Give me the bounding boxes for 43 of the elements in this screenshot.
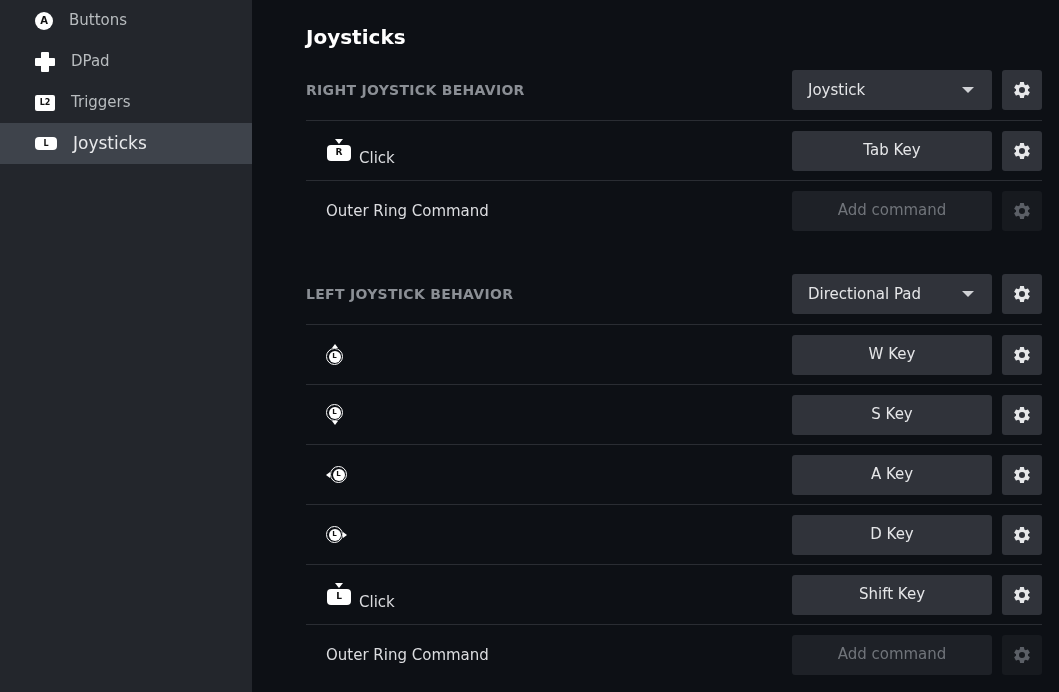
sidebar-item[interactable]: DPad bbox=[0, 41, 252, 82]
settings-button[interactable] bbox=[1002, 70, 1042, 110]
binding-button[interactable]: A Key bbox=[792, 454, 992, 495]
settings-button[interactable] bbox=[1002, 454, 1042, 495]
binding-button[interactable]: W Key bbox=[792, 334, 992, 375]
sidebar-item[interactable]: A Buttons bbox=[0, 0, 252, 41]
trigger-icon: L2 bbox=[35, 94, 55, 111]
settings-icon bbox=[1012, 524, 1032, 545]
section-heading: LEFT JOYSTICK BEHAVIOR bbox=[306, 284, 515, 304]
section-heading: RIGHT JOYSTICK BEHAVIOR bbox=[306, 80, 526, 100]
page-title: Joysticks bbox=[306, 24, 407, 51]
settings-icon bbox=[1012, 404, 1032, 425]
sidebar-item[interactable]: L2 Triggers bbox=[0, 82, 252, 123]
settings-icon bbox=[1012, 584, 1032, 605]
row-label: Outer Ring Command bbox=[326, 645, 489, 664]
settings-button[interactable] bbox=[1002, 574, 1042, 615]
settings-icon bbox=[1012, 284, 1032, 304]
mode-dropdown[interactable]: Joystick bbox=[792, 70, 992, 110]
settings-icon bbox=[1012, 200, 1032, 221]
settings-button[interactable] bbox=[1002, 334, 1042, 375]
sidebar-item[interactable]: L Joysticks bbox=[0, 123, 252, 164]
dpad-icon bbox=[35, 51, 55, 72]
settings-button[interactable] bbox=[1002, 514, 1042, 555]
row-label: Click bbox=[359, 592, 395, 611]
settings-button[interactable] bbox=[1002, 394, 1042, 435]
joystick-icon: L bbox=[35, 137, 57, 150]
settings-icon bbox=[1012, 464, 1032, 485]
settings-button[interactable] bbox=[1002, 274, 1042, 314]
row-label: Outer Ring Command bbox=[326, 201, 489, 220]
settings-button[interactable] bbox=[1002, 130, 1042, 171]
binding-button[interactable]: S Key bbox=[792, 394, 992, 435]
caret-icon bbox=[962, 291, 974, 297]
caret-icon bbox=[962, 87, 974, 93]
binding-button[interactable]: Shift Key bbox=[792, 574, 992, 615]
binding-button[interactable]: Tab Key bbox=[792, 130, 992, 171]
binding-button[interactable]: D Key bbox=[792, 514, 992, 555]
face-button-icon: A bbox=[35, 11, 53, 30]
settings-icon bbox=[1012, 644, 1032, 665]
mode-dropdown[interactable]: Directional Pad bbox=[792, 274, 992, 314]
settings-icon bbox=[1012, 344, 1032, 365]
settings-icon bbox=[1012, 80, 1032, 100]
settings-icon bbox=[1012, 140, 1032, 161]
row-label: Click bbox=[359, 148, 395, 167]
